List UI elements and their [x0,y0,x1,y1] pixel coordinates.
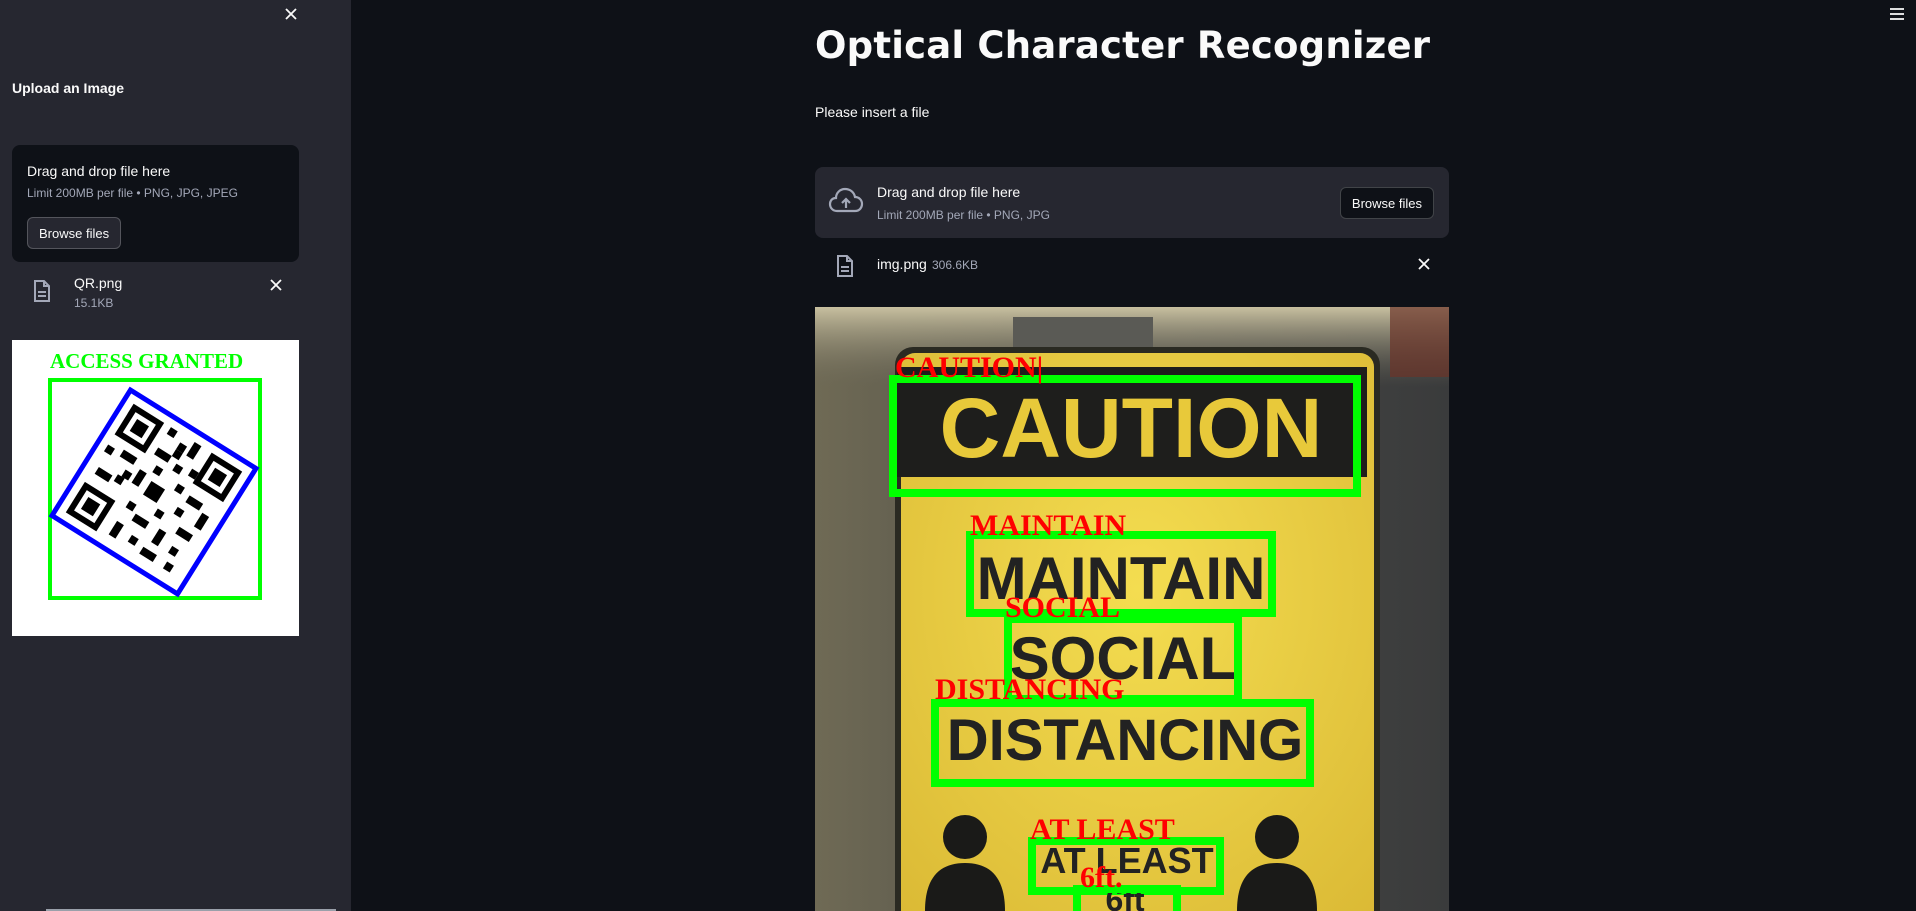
detection-label: DISTANCING [935,673,1124,706]
sign-word: CAUTION [940,381,1323,475]
file-icon [32,279,52,303]
detection-label: CAUTION| [895,351,1043,384]
dropzone-title: Drag and drop file here [27,163,171,179]
sidebar-close-icon[interactable] [281,4,301,24]
main-file-dropzone[interactable]: Drag and drop file here Limit 200MB per … [815,167,1449,238]
cloud-upload-icon [828,187,864,217]
sidebar-uploaded-file: QR.png 15.1KB [12,272,299,318]
dropzone-limit: Limit 200MB per file • PNG, JPG [877,208,1050,222]
detection-label: AT LEAST [1030,813,1175,846]
file-size: 15.1KB [74,296,114,310]
detection-label: SOCIAL [1005,591,1120,624]
ocr-result-image: CAUTION CAUTION| MAINTAIN MAINTAIN SOCIA… [815,307,1449,911]
dropzone-title: Drag and drop file here [877,184,1021,200]
remove-file-close-icon[interactable] [266,275,286,295]
sidebar-file-dropzone[interactable]: Drag and drop file here Limit 200MB per … [12,145,299,262]
file-icon [835,254,855,278]
menu-icon[interactable] [1886,4,1908,24]
sign-word: AT LEAST [1040,840,1213,881]
dropzone-limit: Limit 200MB per file • PNG, JPG, JPEG [27,186,238,200]
detection-label: 6ft. [1080,861,1122,894]
sidebar: Upload an Image Drag and drop file here … [0,0,351,911]
main-uploaded-file: img.png 306.6KB [815,248,1449,282]
sidebar-heading: Upload an Image [12,80,125,96]
file-name: img.png [877,256,927,272]
page-title: Optical Character Recognizer [815,24,1431,67]
sign-word: DISTANCING [947,708,1304,773]
file-prompt-label: Please insert a file [815,104,930,120]
sidebar-browse-files-button[interactable]: Browse files [27,217,122,249]
file-size: 306.6KB [932,258,979,272]
main-browse-files-button[interactable]: Browse files [1339,187,1434,219]
qr-status-label: ACCESS GRANTED [50,349,243,373]
file-name: QR.png [74,275,123,291]
detection-label: MAINTAIN [970,509,1126,542]
qr-result-image: ACCESS GRANTED [12,340,299,636]
remove-file-close-icon[interactable] [1414,254,1434,274]
